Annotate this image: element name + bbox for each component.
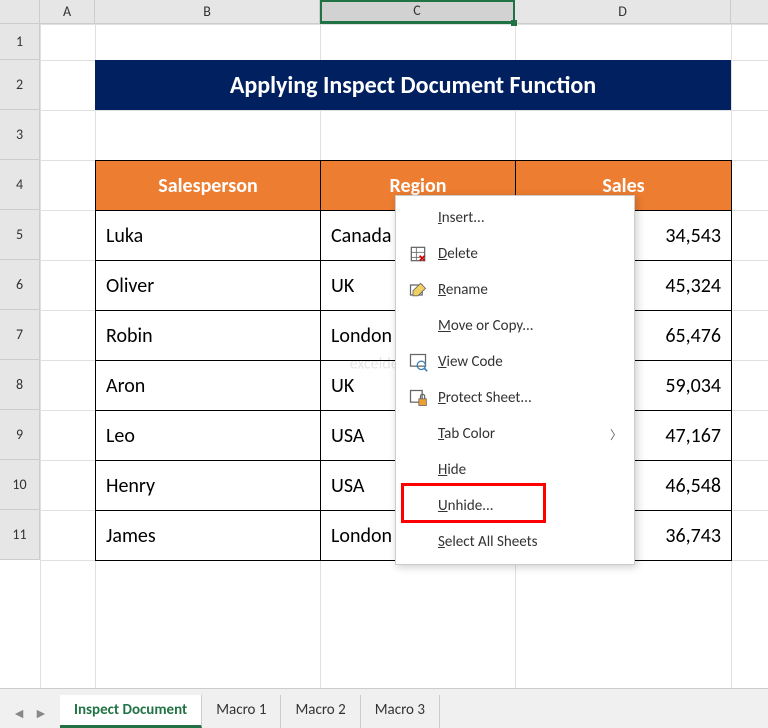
blank-icon — [404, 207, 432, 229]
row-header-9[interactable]: 9 — [0, 410, 39, 460]
menu-item-view-code[interactable]: View Code — [396, 344, 634, 380]
table-cell[interactable]: Aron — [96, 361, 321, 411]
blank-icon — [404, 459, 432, 481]
menu-item-rename[interactable]: Rename — [396, 272, 634, 308]
table-cell[interactable]: Luka — [96, 211, 321, 261]
menu-item-label: Hide — [438, 461, 626, 479]
table-cell[interactable]: Henry — [96, 461, 321, 511]
menu-item-hide[interactable]: Hide — [396, 452, 634, 488]
menu-item-label: Select All Sheets — [438, 533, 626, 551]
tab-nav-prev-icon[interactable]: ◄ — [12, 705, 26, 722]
menu-item-insert[interactable]: Insert... — [396, 200, 634, 236]
blank-icon — [404, 315, 432, 337]
row-header-2[interactable]: 2 — [0, 60, 39, 110]
menu-item-select-all-sheets[interactable]: Select All Sheets — [396, 524, 634, 560]
table-cell[interactable]: Oliver — [96, 261, 321, 311]
menu-item-tab-color[interactable]: Tab Color〉 — [396, 416, 634, 452]
menu-item-protect-sheet[interactable]: Protect Sheet... — [396, 380, 634, 416]
table-cell[interactable]: Robin — [96, 311, 321, 361]
row-header-8[interactable]: 8 — [0, 360, 39, 410]
menu-item-label: Rename — [438, 281, 626, 299]
blank-icon — [404, 423, 432, 445]
menu-item-label: Tab Color — [438, 425, 610, 443]
row-header-10[interactable]: 10 — [0, 460, 39, 510]
spreadsheet-area: ABCD 1234567891011 Applying Inspect Docu… — [0, 0, 768, 688]
table-cell[interactable]: James — [96, 511, 321, 561]
menu-item-label: View Code — [438, 353, 626, 371]
table-cell[interactable]: Leo — [96, 411, 321, 461]
sheet-tab-inspect-document[interactable]: Inspect Document — [60, 695, 202, 728]
menu-item-move-or-copy[interactable]: Move or Copy... — [396, 308, 634, 344]
rename-icon — [404, 279, 432, 301]
menu-item-unhide[interactable]: Unhide... — [396, 488, 634, 524]
sheet-tab-macro-2[interactable]: Macro 2 — [281, 695, 360, 728]
row-header-5[interactable]: 5 — [0, 210, 39, 260]
submenu-arrow-icon: 〉 — [610, 426, 622, 443]
gridline — [40, 110, 768, 111]
tab-nav-buttons: ◄ ► — [0, 698, 60, 728]
menu-item-label: Unhide... — [438, 497, 626, 515]
row-header-3[interactable]: 3 — [0, 110, 39, 160]
column-header-D[interactable]: D — [515, 0, 731, 23]
sheet-tabs-area: ◄ ► Inspect DocumentMacro 1Macro 2Macro … — [0, 688, 768, 728]
menu-item-delete[interactable]: Delete — [396, 236, 634, 272]
gridline — [40, 24, 41, 688]
menu-item-label: Insert... — [438, 209, 626, 227]
viewcode-icon — [404, 351, 432, 373]
column-header-A[interactable]: A — [40, 0, 95, 23]
sheet-tab-macro-3[interactable]: Macro 3 — [361, 695, 440, 728]
title-cell: Applying Inspect Document Function — [95, 60, 731, 110]
blank-icon — [404, 495, 432, 517]
protect-icon — [404, 387, 432, 409]
row-headers: 1234567891011 — [0, 24, 40, 560]
sheet-tab-macro-1[interactable]: Macro 1 — [202, 695, 281, 728]
column-header-C[interactable]: C — [320, 0, 515, 23]
gridline — [40, 24, 768, 25]
table-header: Salesperson — [96, 161, 321, 211]
menu-item-label: Protect Sheet... — [438, 389, 626, 407]
blank-icon — [404, 531, 432, 553]
row-header-4[interactable]: 4 — [0, 160, 39, 210]
row-header-11[interactable]: 11 — [0, 510, 39, 560]
delete-icon — [404, 243, 432, 265]
select-all-corner[interactable] — [0, 0, 40, 24]
menu-item-label: Delete — [438, 245, 626, 263]
column-header-B[interactable]: B — [95, 0, 320, 23]
row-header-1[interactable]: 1 — [0, 24, 39, 60]
menu-item-label: Move or Copy... — [438, 317, 626, 335]
row-header-6[interactable]: 6 — [0, 260, 39, 310]
column-headers: ABCD — [40, 0, 768, 24]
row-header-7[interactable]: 7 — [0, 310, 39, 360]
sheet-tab-context-menu: Insert... Delete Rename Move or Copy... View… — [395, 195, 635, 565]
tab-nav-next-icon[interactable]: ► — [34, 705, 48, 722]
